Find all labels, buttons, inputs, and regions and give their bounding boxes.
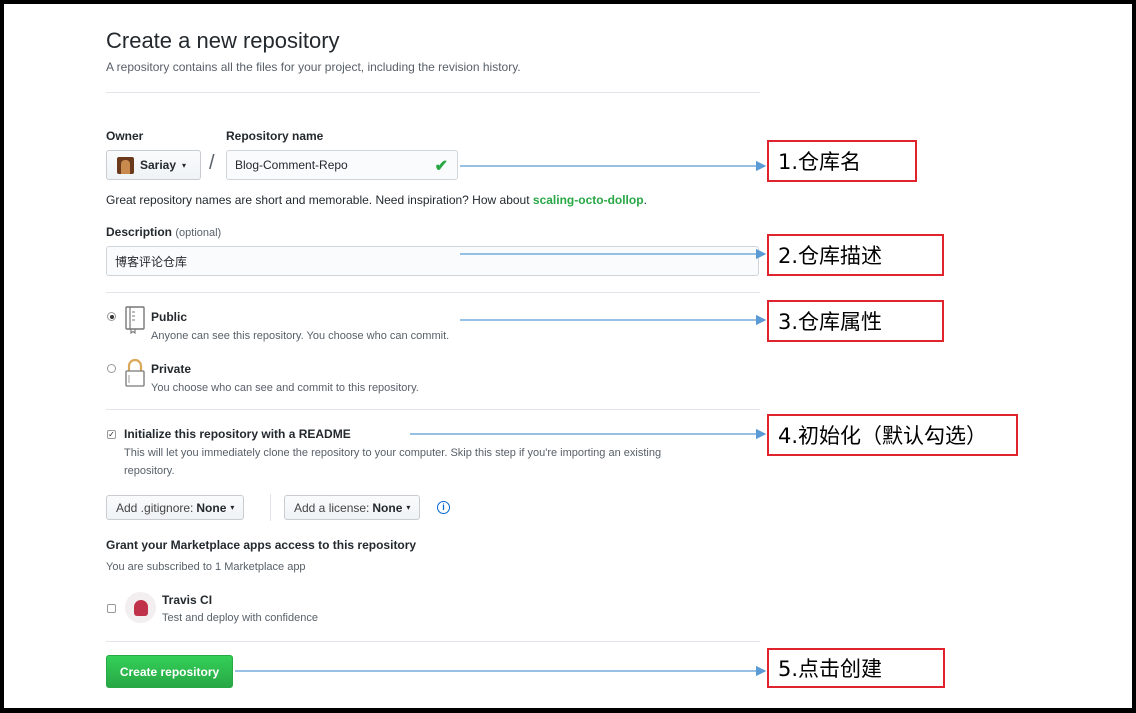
annotation-create: 5.点击创建	[767, 648, 945, 688]
annotation-description: 2.仓库描述	[767, 234, 944, 276]
annotation-repo-name: 1.仓库名	[767, 140, 917, 182]
annotation-visibility: 3.仓库属性	[767, 300, 944, 342]
annotation-init: 4.初始化（默认勾选）	[767, 414, 1018, 456]
annotation-arrows	[235, 160, 767, 677]
